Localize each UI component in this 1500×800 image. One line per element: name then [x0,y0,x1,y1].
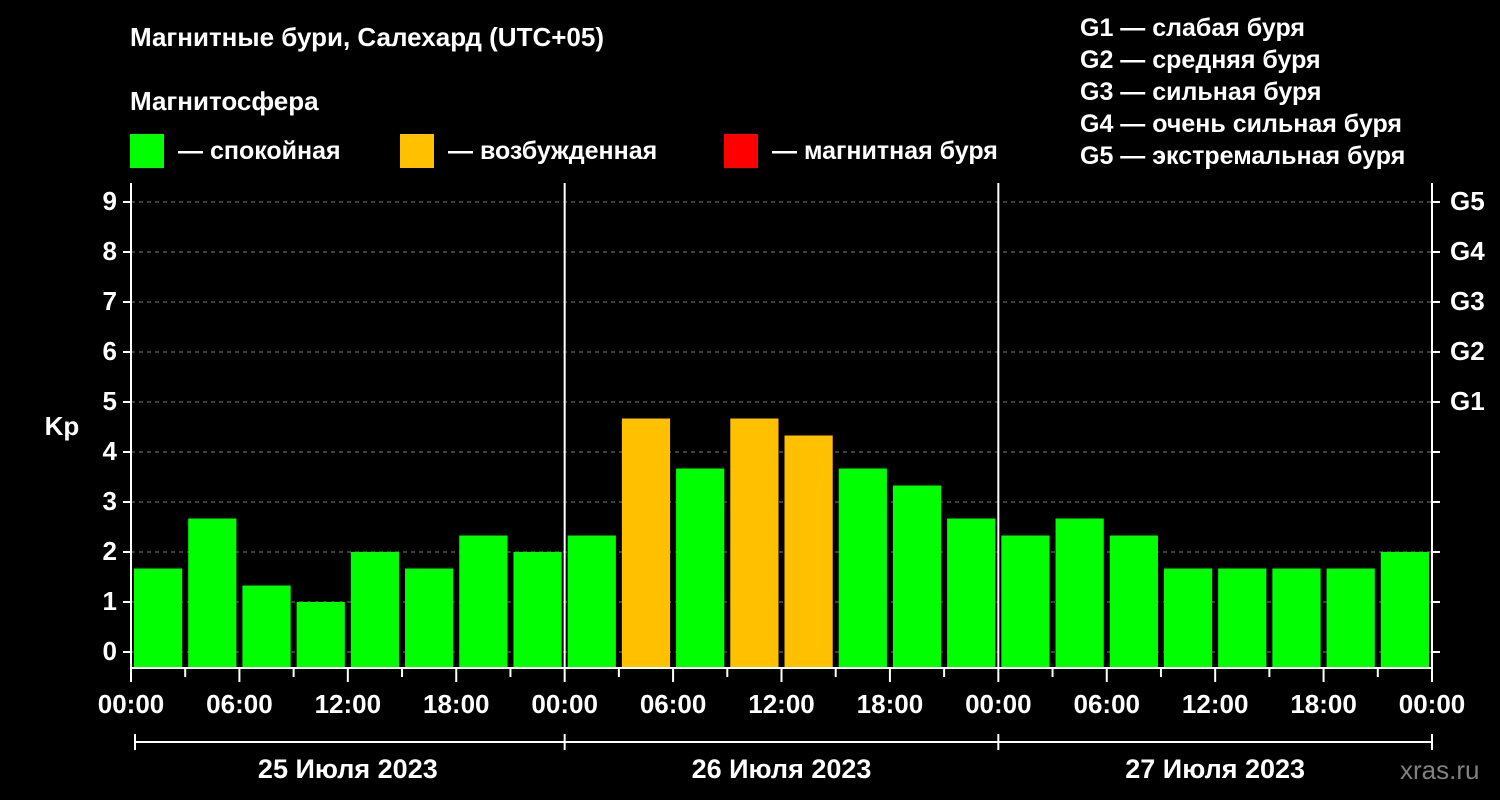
x-tick-label: 00:00 [965,689,1032,719]
bar [676,468,725,668]
x-tick-label: 18:00 [1290,689,1357,719]
bar [134,568,183,668]
y-tick-label: 4 [103,436,118,466]
x-tick-label: 00:00 [531,689,598,719]
bar [296,602,345,668]
day-label: 25 Июля 2023 [258,754,438,784]
bar [947,518,996,668]
y-tick-label: 3 [103,486,117,516]
bar [621,418,671,668]
y-tick-label: 7 [103,286,117,316]
g-level-label: G3 [1450,286,1485,316]
g-level-label: G4 [1450,236,1485,266]
bar [405,568,454,668]
y-tick-label: 6 [103,336,117,366]
y-tick-label: 5 [103,386,117,416]
x-tick-label: 00:00 [98,689,165,719]
bar [567,535,616,668]
y-tick-label: 1 [103,586,117,616]
x-tick-label: 12:00 [1182,689,1249,719]
bar [1055,518,1104,668]
bar [1163,568,1213,668]
bar [1001,535,1050,668]
bar [730,418,779,668]
bar [188,518,237,668]
bar [1272,568,1321,668]
bar [350,552,400,668]
y-tick-label: 2 [103,536,117,566]
day-label: 27 Июля 2023 [1125,754,1305,784]
kp-bar-chart: 0 1 2 3 4 5 6 7 8 9 G1 G2 G3 G4 G5 Kp 00:00 06:00 12:00 18:… [45,183,1485,784]
watermark: xras.ru [1400,755,1480,785]
x-tick-label: 06:00 [1074,689,1141,719]
bar [459,535,508,668]
x-tick-label: 12:00 [748,689,815,719]
x-tick-label: 18:00 [857,689,924,719]
day-label: 26 Июля 2023 [692,754,872,784]
x-tick-label: 06:00 [640,689,707,719]
bar [242,585,291,668]
bar [1380,552,1429,668]
bar [1326,568,1375,668]
bar [892,485,942,668]
x-tick-label: 18:00 [423,689,490,719]
bar [513,552,562,668]
g-level-label: G5 [1450,186,1485,216]
y-tick-label: 9 [103,186,117,216]
y-tick-label: 0 [103,636,117,666]
bar [784,435,833,668]
y-tick-label: 8 [103,236,117,266]
x-tick-label: 00:00 [1399,689,1466,719]
y-axis-label: Kp [45,411,80,441]
bar [1218,568,1267,668]
bar [1109,535,1158,668]
x-tick-label: 06:00 [206,689,273,719]
bar [838,468,887,668]
g-level-label: G2 [1450,336,1485,366]
g-level-label: G1 [1450,386,1485,416]
x-tick-label: 12:00 [315,689,382,719]
